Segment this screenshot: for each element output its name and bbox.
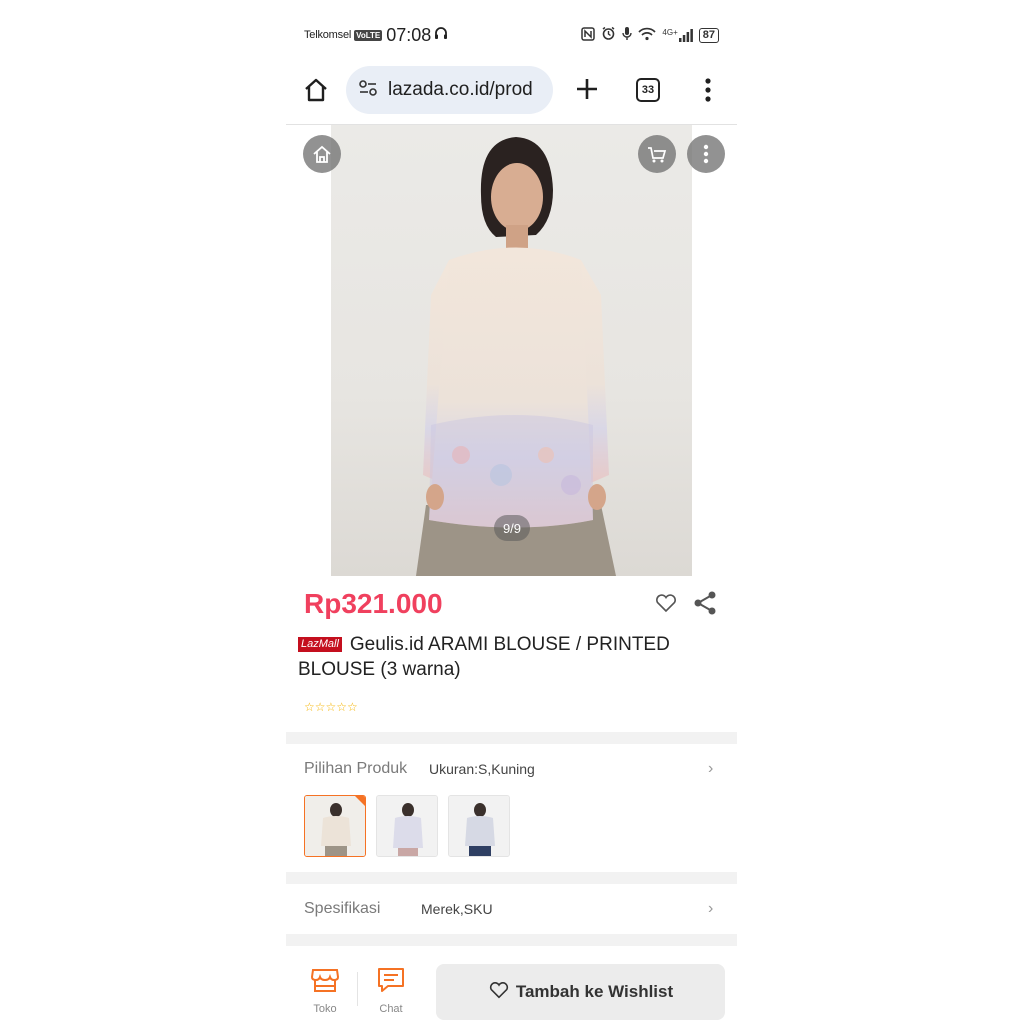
specs-chevron-icon: › bbox=[708, 900, 714, 917]
cart-icon[interactable] bbox=[638, 135, 676, 173]
product-title: Geulis.id ARAMI BLOUSE / PRINTED BLOUSE … bbox=[298, 634, 670, 680]
site-settings-icon[interactable] bbox=[358, 79, 378, 102]
tab-switcher-button[interactable]: 33 bbox=[636, 78, 660, 102]
new-tab-icon[interactable] bbox=[572, 74, 602, 104]
mic-icon bbox=[622, 26, 633, 44]
wishlist-label: Tambah ke Wishlist bbox=[515, 982, 674, 1001]
phone-screen: Telkomsel VoLTE 07:08 4G+ 87 lazada.co.i… bbox=[286, 0, 737, 1024]
store-label: Toko bbox=[313, 1003, 337, 1015]
product-gallery[interactable]: 9/9 bbox=[286, 125, 737, 576]
store-icon bbox=[310, 969, 340, 998]
product-image[interactable] bbox=[331, 125, 692, 576]
section-divider bbox=[286, 732, 737, 744]
section-divider bbox=[286, 934, 737, 946]
chat-icon bbox=[376, 968, 406, 998]
bottom-divider bbox=[357, 972, 358, 1006]
product-title-block: LazMall Geulis.id ARAMI BLOUSE / PRINTED … bbox=[298, 632, 718, 682]
more-menu-icon[interactable] bbox=[698, 76, 718, 104]
selected-corner-marker bbox=[355, 796, 365, 806]
volte-badge: VoLTE bbox=[354, 29, 383, 41]
variant-thumbnail-3[interactable] bbox=[448, 795, 510, 857]
rating-stars[interactable]: ☆☆☆☆☆ bbox=[304, 700, 358, 714]
signal-icon: 4G+ bbox=[662, 27, 693, 42]
clock: 07:08 bbox=[386, 24, 432, 45]
status-bar: Telkomsel VoLTE 07:08 4G+ 87 bbox=[286, 18, 737, 52]
alarm-icon bbox=[601, 26, 616, 44]
specs-label: Spesifikasi bbox=[304, 900, 381, 917]
address-bar[interactable]: lazada.co.id/prod bbox=[346, 66, 553, 114]
heart-outline-icon bbox=[488, 980, 510, 1005]
nfc-icon bbox=[581, 26, 596, 44]
product-more-icon[interactable] bbox=[687, 135, 725, 173]
wifi-icon bbox=[638, 27, 657, 44]
carrier-name: Telkomsel bbox=[304, 29, 352, 41]
home-icon[interactable] bbox=[302, 76, 330, 104]
options-label: Pilihan Produk bbox=[304, 760, 408, 777]
specs-value: Merek,SKU bbox=[421, 901, 493, 917]
store-button[interactable]: Toko bbox=[300, 966, 350, 1015]
add-to-wishlist-button[interactable]: Tambah ke Wishlist bbox=[436, 964, 725, 1020]
product-price: Rp321.000 bbox=[304, 588, 443, 619]
lazmall-badge: LazMall bbox=[298, 637, 342, 652]
share-icon[interactable] bbox=[692, 590, 718, 616]
variant-thumbnail-1[interactable] bbox=[304, 795, 366, 857]
battery-indicator: 87 bbox=[698, 27, 719, 43]
section-divider bbox=[286, 872, 737, 884]
heart-icon[interactable] bbox=[654, 592, 678, 614]
network-type: 4G+ bbox=[662, 27, 678, 37]
bottom-action-bar: Toko Chat Tambah ke Wishlist bbox=[286, 948, 737, 1024]
url-text: lazada.co.id/prod bbox=[388, 79, 533, 100]
options-chevron-icon: › bbox=[708, 760, 714, 777]
options-value: Ukuran:S,Kuning bbox=[429, 761, 535, 777]
status-icons: 4G+ 87 bbox=[581, 26, 719, 44]
store-home-icon[interactable] bbox=[303, 135, 341, 173]
chat-button[interactable]: Chat bbox=[366, 966, 416, 1015]
image-counter: 9/9 bbox=[494, 515, 530, 541]
headphones-icon bbox=[434, 26, 448, 44]
browser-toolbar: lazada.co.id/prod 33 bbox=[286, 64, 737, 116]
chat-label: Chat bbox=[379, 1003, 403, 1015]
variant-thumbnail-2[interactable] bbox=[376, 795, 438, 857]
